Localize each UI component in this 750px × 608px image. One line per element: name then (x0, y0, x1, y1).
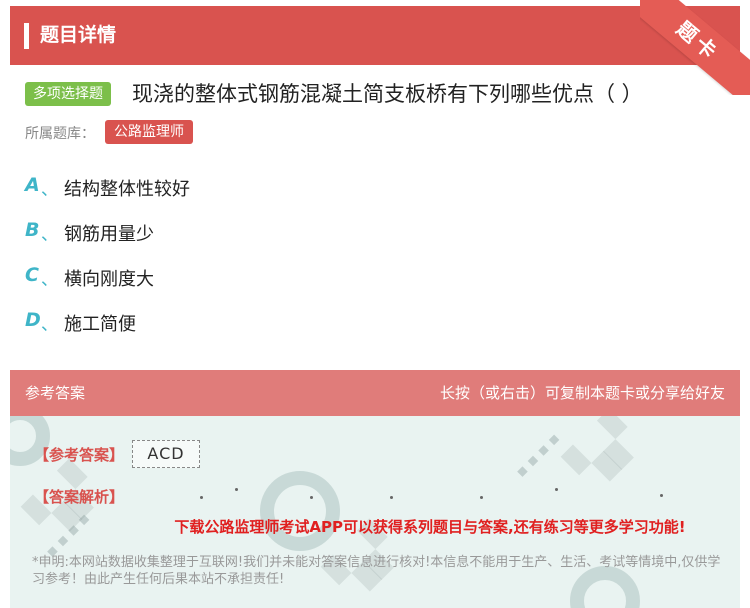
watermark-dot (660, 494, 663, 497)
watermark-dot (235, 488, 238, 491)
watermark-glyph: ▚▞ (561, 416, 646, 494)
option-separator: 、 (41, 315, 58, 335)
options-list: A 、 结构整体性较好 B 、 钢筋用量少 C 、 横向刚度大 D 、 施工简便 (25, 172, 625, 352)
reference-answer-label: 【参考答案】 (34, 446, 125, 464)
watermark-dot (310, 496, 313, 499)
question-row: 多项选择题 现浇的整体式钢筋混凝土简支板桥有下列哪些优点（ ） (25, 78, 735, 112)
option-separator: 、 (41, 225, 58, 245)
option-letter: D (25, 309, 41, 331)
option-text: 施工简便 (64, 314, 136, 335)
watermark-dot (390, 496, 393, 499)
page-title: 题目详情 (40, 24, 117, 46)
option-text: 钢筋用量少 (64, 224, 154, 245)
option-letter: A (25, 174, 40, 196)
watermark-dot (200, 496, 203, 499)
answer-panel-title: 参考答案 (25, 384, 86, 402)
header-accent-bar (24, 23, 29, 49)
question-bank-tag[interactable]: 公路监理师 (105, 120, 193, 144)
watermark-dot (480, 496, 483, 499)
option-separator: 、 (41, 180, 58, 200)
question-text: 现浇的整体式钢筋混凝土简支板桥有下列哪些优点（ ） (132, 82, 643, 106)
option-text: 横向刚度大 (64, 269, 154, 290)
option-separator: 、 (41, 270, 58, 290)
app-download-link[interactable]: 下载公路监理师考试APP可以获得系列题目与答案,还有练习等更多学习功能! (10, 516, 740, 537)
watermark-glyph: ▪ ▪ ▪ ▪ (511, 429, 564, 481)
option-a[interactable]: A 、 结构整体性较好 (25, 172, 625, 217)
page-header: 题目详情 (10, 6, 740, 65)
question-type-badge: 多项选择题 (25, 82, 111, 106)
option-letter: C (25, 264, 39, 286)
option-d[interactable]: D 、 施工简便 (25, 307, 625, 352)
option-letter: B (25, 219, 40, 241)
answer-panel-body: ▚▞ ▚▞ ▚▞ ▪ ▪ ▪ ▪ ▪ ▪ ▪ ▪ 【参考答案】 ACD 【答案解… (10, 416, 740, 608)
option-text: 结构整体性较好 (64, 179, 190, 200)
question-bank-label: 所属题库： (25, 126, 95, 142)
share-hint: 长按（或右击）可复制本题卡或分享给好友 (439, 384, 725, 402)
reference-answer-value: ACD (132, 440, 200, 468)
option-b[interactable]: B 、 钢筋用量少 (25, 217, 625, 262)
watermark-circle (260, 471, 340, 551)
analysis-label: 【答案解析】 (34, 488, 125, 506)
watermark-dot (555, 488, 558, 491)
option-c[interactable]: C 、 横向刚度大 (25, 262, 625, 307)
answer-panel-header: 参考答案 长按（或右击）可复制本题卡或分享给好友 (10, 370, 740, 416)
disclaimer-text: *申明:本网站数据收集整理于互联网!我们并未能对答案信息进行核对!本信息不能用于… (32, 555, 721, 587)
